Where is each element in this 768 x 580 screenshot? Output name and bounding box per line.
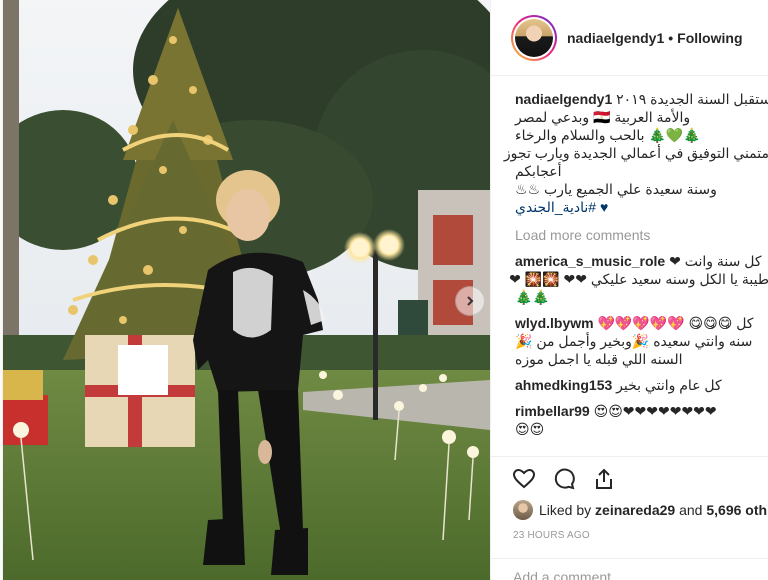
- photo-illustration: [3, 0, 490, 580]
- comment: wlyd.lbywm كل 😋😋😋 💖💖💖💖💖 سنه وانتي سعيده …: [515, 314, 768, 368]
- caption-line: متمني التوفيق في أعمالي الجديدة ويارب تج…: [503, 145, 768, 161]
- next-photo-button[interactable]: [455, 286, 485, 316]
- comment-text: 😍😍❤❤❤❤❤❤❤❤: [593, 403, 717, 419]
- caption-hashtag[interactable]: ♥ #نادية_الجندي: [515, 198, 768, 216]
- comment-text: 🎄🎄: [515, 289, 550, 305]
- comment-text: طيبة يا الكل وسنه سعيد عليكي ❤❤ 🎇🎇 ❤: [509, 271, 768, 287]
- following-button[interactable]: Following: [677, 30, 742, 46]
- header-username[interactable]: nadiaelgendy1: [567, 30, 664, 46]
- caption-line: 🎄💚🎄 بالحب والسلام والرخاء: [515, 127, 701, 143]
- post-header: nadiaelgendy1 • Following: [491, 0, 768, 76]
- share-icon[interactable]: [591, 466, 617, 492]
- avatar-frame: [513, 16, 555, 59]
- caption: nadiaelgendy1 بستقبل السنة الجديدة ٢٠١٩ …: [503, 90, 768, 216]
- caption-line: والأمة العربية 🇪🇬 وبدعي لمصر: [515, 109, 691, 125]
- caption-username[interactable]: nadiaelgendy1: [515, 91, 612, 107]
- comment-username[interactable]: rimbellar99: [515, 403, 590, 419]
- likes-and: and: [679, 502, 703, 518]
- post-actions: [491, 456, 768, 500]
- liker-avatar[interactable]: [513, 500, 533, 520]
- comment: america_s_music_role كل سنة وانت ❤ طيبة …: [509, 252, 768, 306]
- caption-line: وسنة سعيدة علي الجميع يارب ♨♨: [515, 181, 717, 197]
- add-comment-field[interactable]: Add a comment…: [491, 558, 768, 580]
- load-more-comments-button[interactable]: Load more comments: [515, 226, 768, 244]
- post-photo[interactable]: [3, 0, 490, 580]
- comment-username[interactable]: wlyd.lbywm: [515, 315, 594, 331]
- caption-line: بستقبل السنة الجديدة ٢٠١٩: [616, 91, 768, 107]
- comment-text: السنه اللي قبله يا اجمل موزه: [515, 351, 683, 367]
- instagram-post-modal: nadiaelgendy1 • Following nadiaelgendy1 بس…: [0, 0, 768, 580]
- comment-text: سنه وانتي سعيده 🎉وبخير وأجمل من 🎉: [515, 333, 753, 349]
- comment-text: 😍😍: [515, 421, 545, 437]
- comment-username[interactable]: ahmedking153: [515, 377, 612, 393]
- comment-username[interactable]: america_s_music_role: [515, 253, 665, 269]
- header-user-block: nadiaelgendy1 • Following: [567, 30, 743, 46]
- comment-text: كل سنة وانت ❤: [669, 253, 762, 269]
- likes-count[interactable]: 5,696 oth: [706, 502, 767, 518]
- comment: rimbellar99 😍😍❤❤❤❤❤❤❤❤ 😍😍: [515, 402, 768, 438]
- comment: ahmedking153 كل عام وانتي بخير: [515, 376, 768, 394]
- chevron-right-icon: [467, 296, 474, 306]
- avatar-image: [515, 18, 553, 57]
- separator-dot: •: [668, 29, 674, 46]
- avatar[interactable]: [511, 14, 557, 61]
- comment-text: كل 😋😋😋 💖💖💖💖💖: [597, 315, 754, 331]
- comment-icon[interactable]: [551, 466, 577, 492]
- likes-prefix: Liked by: [539, 502, 592, 518]
- liker-username[interactable]: zeinareda29: [595, 502, 675, 518]
- post-side-panel: nadiaelgendy1 • Following nadiaelgendy1 بس…: [490, 0, 768, 580]
- post-timestamp[interactable]: 23 HOURS AGO: [513, 530, 590, 541]
- comment-text: كل عام وانتي بخير: [616, 377, 722, 393]
- heart-icon[interactable]: [511, 466, 537, 492]
- caption-line: أعجابكم: [515, 163, 562, 179]
- likes-summary: Liked by zeinareda29 and 5,696 oth: [513, 500, 768, 520]
- comments-list[interactable]: nadiaelgendy1 بستقبل السنة الجديدة ٢٠١٩ …: [491, 76, 768, 448]
